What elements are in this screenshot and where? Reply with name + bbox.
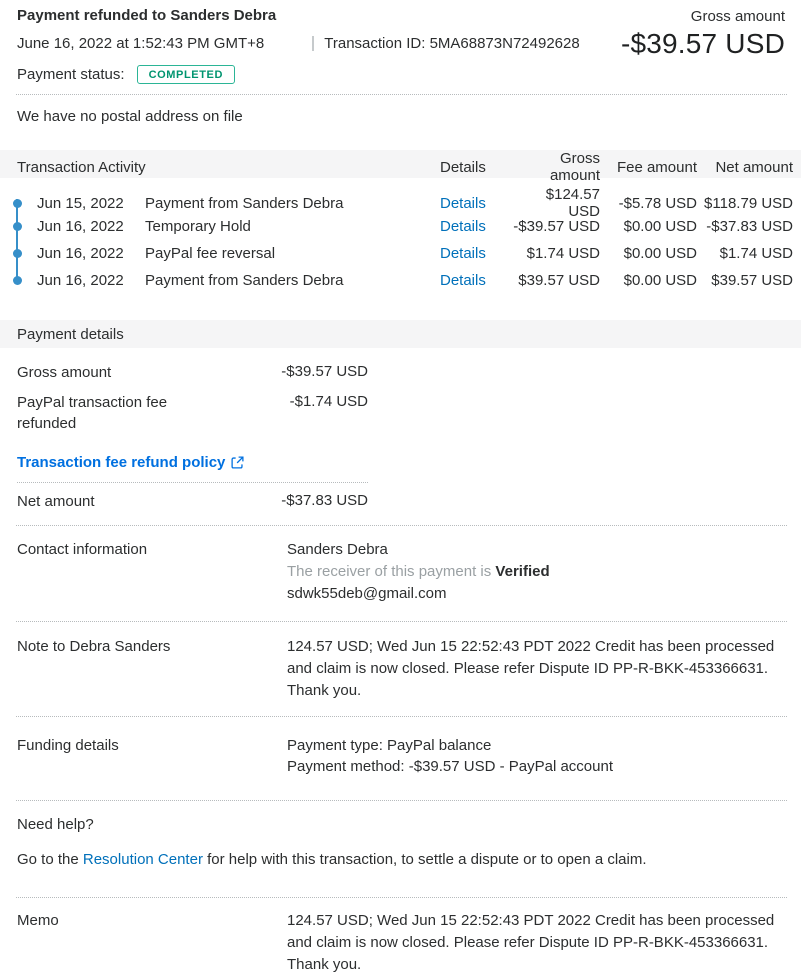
payment-details-header: Payment details (0, 320, 801, 348)
fee-value: -$1.74 USD (290, 393, 368, 434)
row-fee: $0.00 USD (600, 245, 697, 262)
page-title: Payment refunded to Sanders Debra (17, 7, 580, 24)
table-row: Jun 16, 2022 Payment from Sanders Debra … (0, 267, 801, 294)
memo-text: 124.57 USD; Wed Jun 15 22:52:43 PDT 2022… (287, 910, 785, 975)
gross-amount-label: Gross amount (621, 8, 785, 25)
details-link[interactable]: Details (440, 272, 510, 289)
row-date: Jun 15, 2022 (37, 195, 145, 212)
column-header-gross: Gross amount (510, 150, 600, 184)
memo-section: Memo 124.57 USD; Wed Jun 15 22:52:43 PDT… (0, 910, 801, 975)
receiver-line: The receiver of this payment is Verified (287, 561, 785, 583)
external-link-icon (231, 456, 244, 469)
column-header-net: Net amount (697, 159, 793, 176)
date-line: June 16, 2022 at 1:52:43 PM GMT+8 Transa… (17, 35, 580, 52)
timeline-dot (13, 199, 22, 208)
row-description: Temporary Hold (145, 218, 440, 235)
row-net: -$37.83 USD (697, 218, 793, 235)
row-description: PayPal fee reversal (145, 245, 440, 262)
timeline-dot (13, 276, 22, 285)
details-link[interactable]: Details (440, 245, 510, 262)
gross-amount-value: -$39.57 USD (621, 28, 785, 60)
need-help-title: Need help? (0, 801, 801, 833)
status-badge: COMPLETED (137, 65, 235, 84)
row-gross: $124.57 USD (510, 186, 600, 220)
postal-address-note: We have no postal address on file (0, 95, 801, 150)
column-header-details: Details (440, 159, 510, 176)
row-date: Jun 16, 2022 (37, 245, 145, 262)
transaction-detail-page: Payment refunded to Sanders Debra June 1… (0, 0, 801, 975)
transaction-id: Transaction ID: 5MA68873N72492628 (324, 35, 579, 52)
header: Payment refunded to Sanders Debra June 1… (0, 0, 801, 94)
row-gross: $1.74 USD (510, 245, 600, 262)
fee-refund-policy-link[interactable]: Transaction fee refund policy (17, 454, 244, 471)
gross-value: -$39.57 USD (281, 363, 368, 383)
divider (17, 482, 368, 483)
contact-name: Sanders Debra (287, 539, 785, 561)
gross-amount-row: Gross amount -$39.57 USD (0, 363, 368, 383)
table-row: Jun 16, 2022 Temporary Hold Details -$39… (0, 213, 801, 240)
divider (16, 716, 787, 717)
gross-label: Gross amount (17, 363, 111, 383)
note-label: Note to Debra Sanders (17, 636, 287, 701)
funding-values: Payment type: PayPal balance Payment met… (287, 735, 785, 779)
net-value: -$37.83 USD (281, 492, 368, 512)
receiver-text: The receiver of this payment is (287, 563, 495, 580)
funding-section: Funding details Payment type: PayPal bal… (0, 735, 801, 779)
funding-label: Funding details (17, 735, 287, 779)
timeline-dot (13, 249, 22, 258)
row-date: Jun 16, 2022 (37, 218, 145, 235)
row-gross: $39.57 USD (510, 272, 600, 289)
divider (16, 897, 787, 898)
activity-rows: Jun 15, 2022 Payment from Sanders Debra … (0, 186, 801, 294)
row-fee: -$5.78 USD (600, 195, 697, 212)
row-date: Jun 16, 2022 (37, 272, 145, 289)
timeline-dot (13, 222, 22, 231)
row-net: $39.57 USD (697, 272, 793, 289)
row-net: $118.79 USD (697, 195, 793, 212)
net-label: Net amount (17, 492, 95, 512)
receiver-status: Verified (495, 563, 549, 580)
column-header-fee: Fee amount (600, 159, 697, 176)
net-amount-row: Net amount -$37.83 USD (0, 492, 368, 512)
details-link[interactable]: Details (440, 195, 510, 212)
payment-method: Payment method: -$39.57 USD - PayPal acc… (287, 756, 785, 778)
row-gross: -$39.57 USD (510, 218, 600, 235)
payment-status-label: Payment status: (17, 66, 125, 83)
help-text: Go to the Resolution Center for help wit… (0, 833, 801, 868)
table-row: Jun 16, 2022 PayPal fee reversal Details… (0, 240, 801, 267)
row-description: Payment from Sanders Debra (145, 195, 440, 212)
memo-label: Memo (17, 910, 287, 975)
note-text: 124.57 USD; Wed Jun 15 22:52:43 PDT 2022… (287, 636, 785, 701)
row-fee: $0.00 USD (600, 218, 697, 235)
table-row: Jun 15, 2022 Payment from Sanders Debra … (0, 186, 801, 213)
transaction-date: June 16, 2022 at 1:52:43 PM GMT+8 (17, 35, 264, 52)
payment-details-title: Payment details (17, 326, 124, 343)
details-link[interactable]: Details (440, 218, 510, 235)
header-left: Payment refunded to Sanders Debra June 1… (17, 7, 580, 84)
contact-label: Contact information (17, 539, 287, 604)
contact-section: Contact information Sanders Debra The re… (0, 539, 801, 604)
vertical-divider (312, 36, 314, 51)
note-section: Note to Debra Sanders 124.57 USD; Wed Ju… (0, 636, 801, 701)
fee-refunded-row: PayPal transaction fee refunded -$1.74 U… (0, 393, 368, 434)
contact-values: Sanders Debra The receiver of this payme… (287, 539, 785, 604)
resolution-center-link[interactable]: Resolution Center (83, 851, 203, 868)
timeline-line (16, 199, 18, 280)
row-fee: $0.00 USD (600, 272, 697, 289)
status-line: Payment status: COMPLETED (17, 65, 580, 84)
activity-title: Transaction Activity (0, 159, 440, 176)
row-description: Payment from Sanders Debra (145, 272, 440, 289)
fee-label: PayPal transaction fee refunded (17, 393, 197, 434)
help-pre: Go to the (17, 851, 83, 868)
payment-type: Payment type: PayPal balance (287, 735, 785, 757)
contact-email: sdwk55deb@gmail.com (287, 583, 785, 605)
header-right: Gross amount -$39.57 USD (621, 7, 785, 84)
row-net: $1.74 USD (697, 245, 793, 262)
divider (16, 525, 787, 526)
fee-refund-policy-label: Transaction fee refund policy (17, 454, 225, 471)
divider (16, 621, 787, 622)
help-post: for help with this transaction, to settl… (203, 851, 647, 868)
activity-table-header: Transaction Activity Details Gross amoun… (0, 150, 801, 178)
